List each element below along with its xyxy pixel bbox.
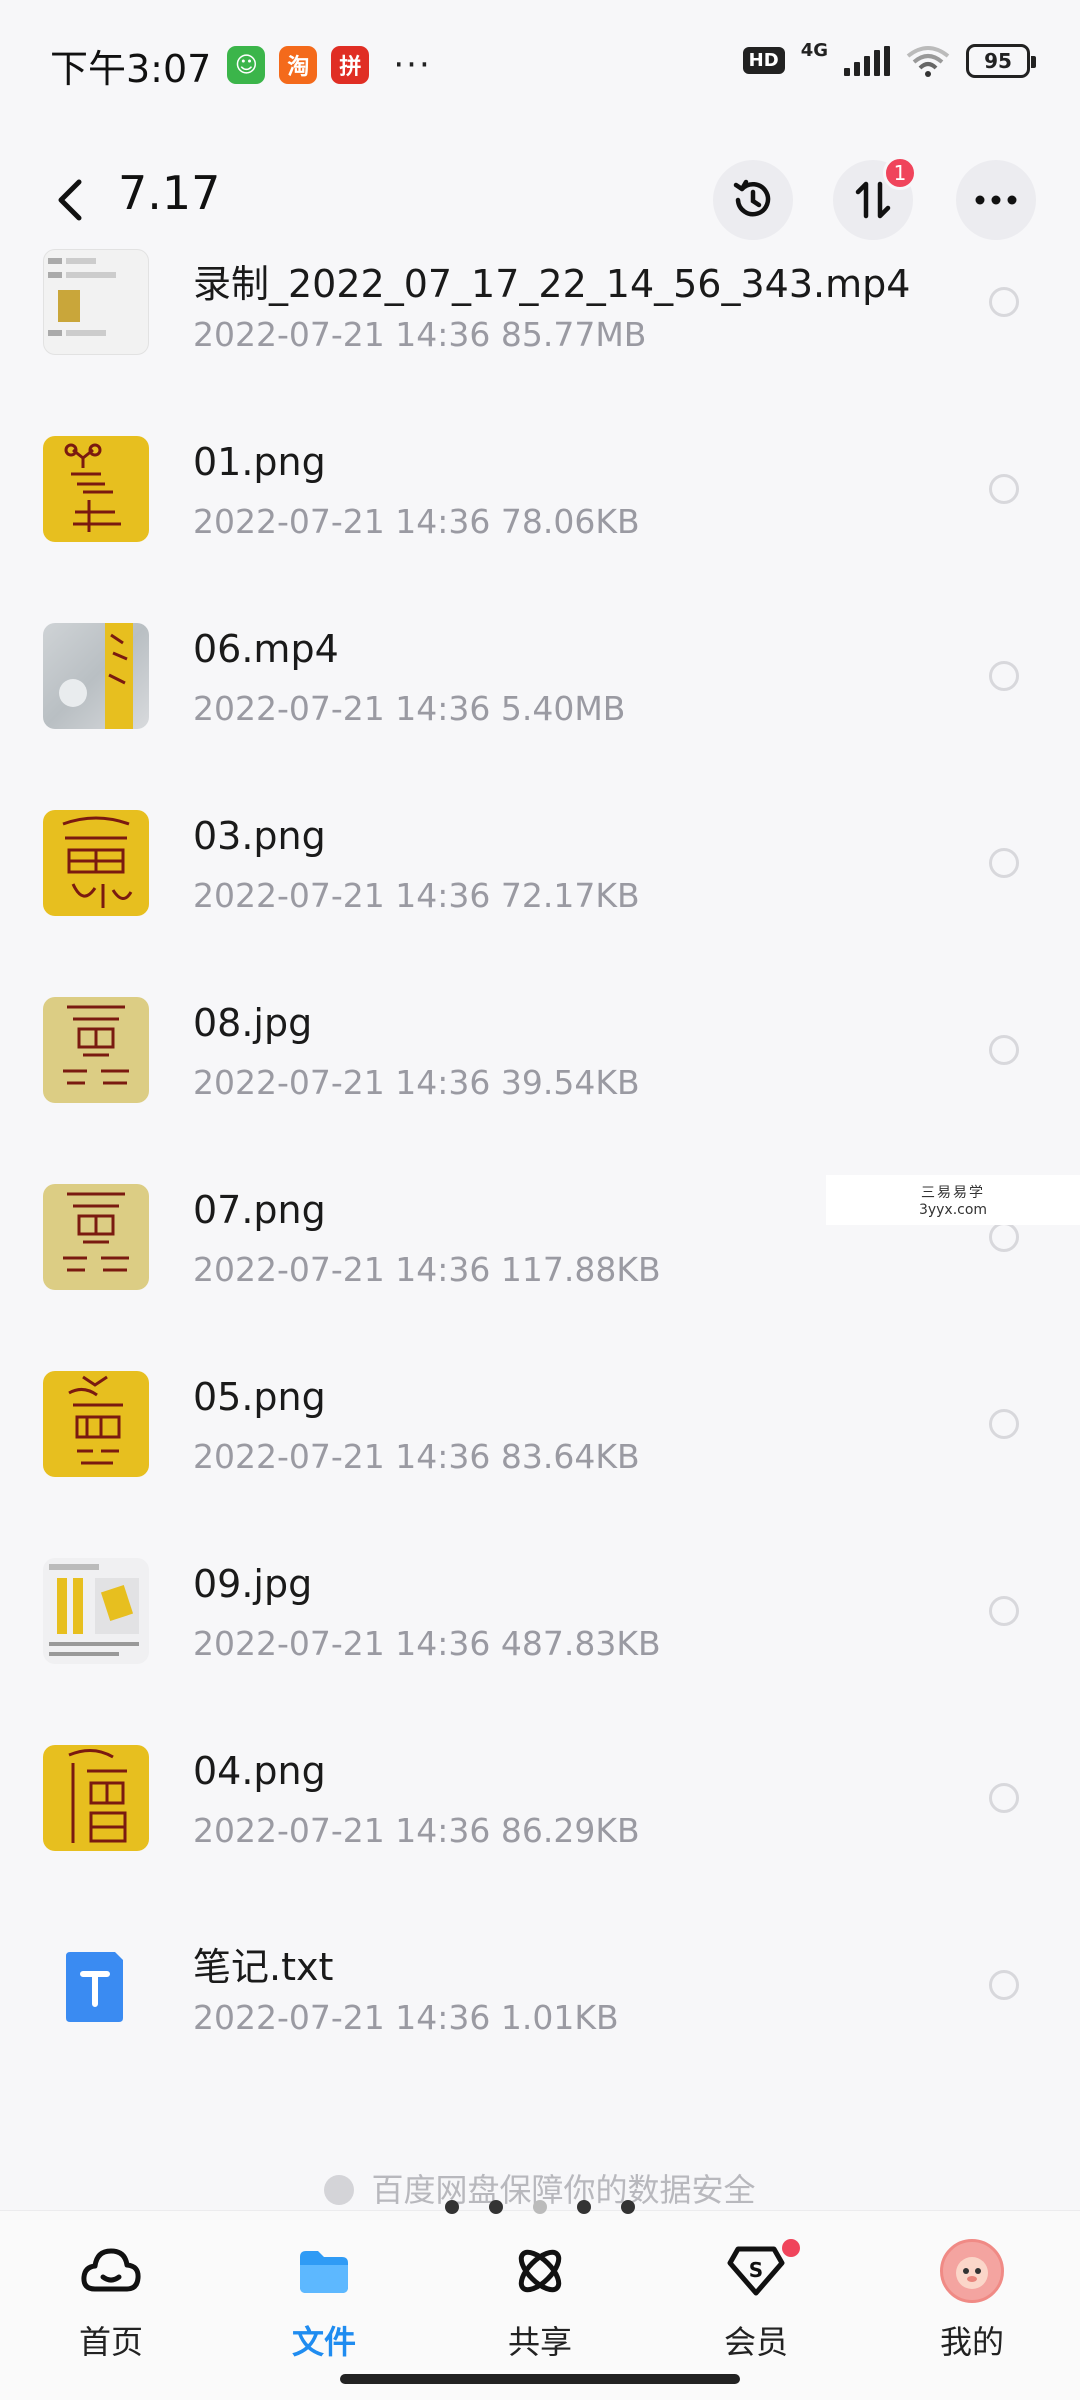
file-name: 06.mp4	[193, 627, 339, 671]
file-meta: 2022-07-21 14:36 5.40MB	[193, 689, 626, 728]
image-thumbnail	[43, 997, 149, 1103]
status-bar: 下午3:07 ☺ 淘 拼 ··· HD 4G 95	[0, 0, 1080, 130]
page-dot	[533, 2200, 547, 2214]
signal-icon	[844, 45, 890, 76]
select-radio[interactable]	[989, 474, 1019, 504]
wechat-icon: ☺	[227, 46, 266, 84]
file-meta: 2022-07-21 14:36 72.17KB	[193, 876, 640, 915]
status-time: 下午3:07	[50, 46, 212, 91]
network-type: 4G	[800, 40, 828, 61]
page-dot	[577, 2200, 591, 2214]
wifi-icon	[906, 45, 950, 77]
file-meta: 2022-07-21 14:36 487.83KB	[193, 1624, 661, 1663]
file-row[interactable]: 03.png 2022-07-21 14:36 72.17KB	[0, 806, 1080, 993]
select-radio[interactable]	[989, 1970, 1019, 2000]
file-row[interactable]: 笔记.txt 2022-07-21 14:36 1.01KB	[0, 1928, 1080, 2115]
more-icon	[975, 195, 1017, 205]
file-name: 01.png	[193, 440, 326, 484]
taobao-icon: 淘	[279, 46, 318, 84]
nav-vip[interactable]: S 会员	[676, 2239, 836, 2369]
image-thumbnail	[43, 810, 149, 916]
page-dot	[445, 2200, 459, 2214]
status-indicators: HD 4G 95	[742, 40, 1036, 81]
folder-icon	[292, 2239, 356, 2303]
page-dot	[621, 2200, 635, 2214]
file-meta: 2022-07-21 14:36 85.77MB	[193, 315, 647, 354]
nav-files[interactable]: 文件	[244, 2239, 404, 2369]
watermark-url: 3yyx.com	[918, 1202, 988, 1218]
watermark: 三易易学 3yyx.com	[826, 1175, 1080, 1225]
file-name: 05.png	[193, 1375, 326, 1419]
nav-profile[interactable]: 我的	[892, 2239, 1052, 2369]
share-atom-icon	[508, 2239, 572, 2303]
nav-label: 我的	[939, 2323, 1004, 2361]
file-name: 03.png	[193, 814, 326, 858]
page-title: 7.17	[118, 166, 221, 220]
history-button[interactable]	[713, 160, 793, 240]
status-more-icon: ···	[393, 45, 432, 85]
file-row[interactable]: 04.png 2022-07-21 14:36 86.29KB	[0, 1741, 1080, 1928]
file-name: 09.jpg	[193, 1562, 313, 1606]
video-thumbnail	[43, 249, 149, 355]
select-radio[interactable]	[989, 287, 1019, 317]
file-name: 08.jpg	[193, 1001, 313, 1045]
watermark-title: 三易易学	[921, 1185, 985, 1201]
history-icon	[733, 179, 771, 217]
file-name: 笔记.txt	[193, 1945, 334, 1989]
cloud-home-icon	[79, 2239, 143, 2303]
nav-share[interactable]: 共享	[460, 2239, 620, 2369]
select-radio[interactable]	[989, 1035, 1019, 1065]
select-radio[interactable]	[989, 1596, 1019, 1626]
notification-badge: 1	[883, 156, 917, 190]
file-meta: 2022-07-21 14:36 1.01KB	[193, 1998, 619, 2037]
file-meta: 2022-07-21 14:36 86.29KB	[193, 1811, 640, 1850]
nav-home[interactable]: 首页	[31, 2239, 191, 2369]
image-thumbnail	[43, 436, 149, 542]
nav-label: 会员	[723, 2323, 788, 2361]
select-radio[interactable]	[989, 1409, 1019, 1439]
file-name: 07.png	[193, 1188, 326, 1232]
page-indicator	[0, 2200, 1080, 2214]
svg-text:S: S	[749, 2258, 763, 2282]
text-file-icon	[43, 1932, 149, 2038]
nav-label: 首页	[78, 2323, 143, 2361]
select-radio[interactable]	[989, 1783, 1019, 1813]
image-thumbnail	[43, 1745, 149, 1851]
file-row[interactable]: 05.png 2022-07-21 14:36 83.64KB	[0, 1367, 1080, 1554]
bottom-nav: 首页 文件 共享 S 会员 我的	[0, 2210, 1080, 2400]
home-indicator[interactable]	[340, 2374, 740, 2384]
file-meta: 2022-07-21 14:36 39.54KB	[193, 1063, 640, 1102]
file-meta: 2022-07-21 14:36 117.88KB	[193, 1250, 661, 1289]
select-radio[interactable]	[989, 1222, 1019, 1252]
select-radio[interactable]	[989, 848, 1019, 878]
vip-icon: S	[724, 2239, 788, 2303]
file-name: 录制_2022_07_17_22_14_56_343.mp4	[193, 262, 911, 306]
transfer-button[interactable]: 1	[833, 156, 917, 240]
file-row[interactable]: 录制_2022_07_17_22_14_56_343.mp4 2022-07-2…	[0, 245, 1080, 432]
chevron-left-icon	[58, 179, 82, 221]
file-row[interactable]: 09.jpg 2022-07-21 14:36 487.83KB	[0, 1554, 1080, 1741]
file-name: 04.png	[193, 1749, 326, 1793]
battery-icon: 95	[966, 43, 1036, 78]
page-dot	[489, 2200, 503, 2214]
pinduoduo-icon: 拼	[331, 46, 370, 84]
more-button[interactable]	[956, 160, 1036, 240]
avatar	[940, 2239, 1004, 2303]
select-radio[interactable]	[989, 661, 1019, 691]
image-thumbnail	[43, 1558, 149, 1664]
hd-badge: HD	[742, 47, 785, 74]
file-meta: 2022-07-21 14:36 83.64KB	[193, 1437, 640, 1476]
nav-label: 共享	[507, 2323, 572, 2361]
image-thumbnail	[43, 1371, 149, 1477]
image-thumbnail	[43, 1184, 149, 1290]
file-row[interactable]: 06.mp4 2022-07-21 14:36 5.40MB	[0, 619, 1080, 806]
back-button[interactable]	[40, 160, 100, 240]
file-row[interactable]: 01.png 2022-07-21 14:36 78.06KB	[0, 432, 1080, 619]
file-row[interactable]: 08.jpg 2022-07-21 14:36 39.54KB	[0, 993, 1080, 1180]
video-thumbnail	[43, 623, 149, 729]
nav-label: 文件	[291, 2323, 356, 2361]
vip-notification-dot	[782, 2239, 800, 2257]
file-meta: 2022-07-21 14:36 78.06KB	[193, 502, 640, 541]
